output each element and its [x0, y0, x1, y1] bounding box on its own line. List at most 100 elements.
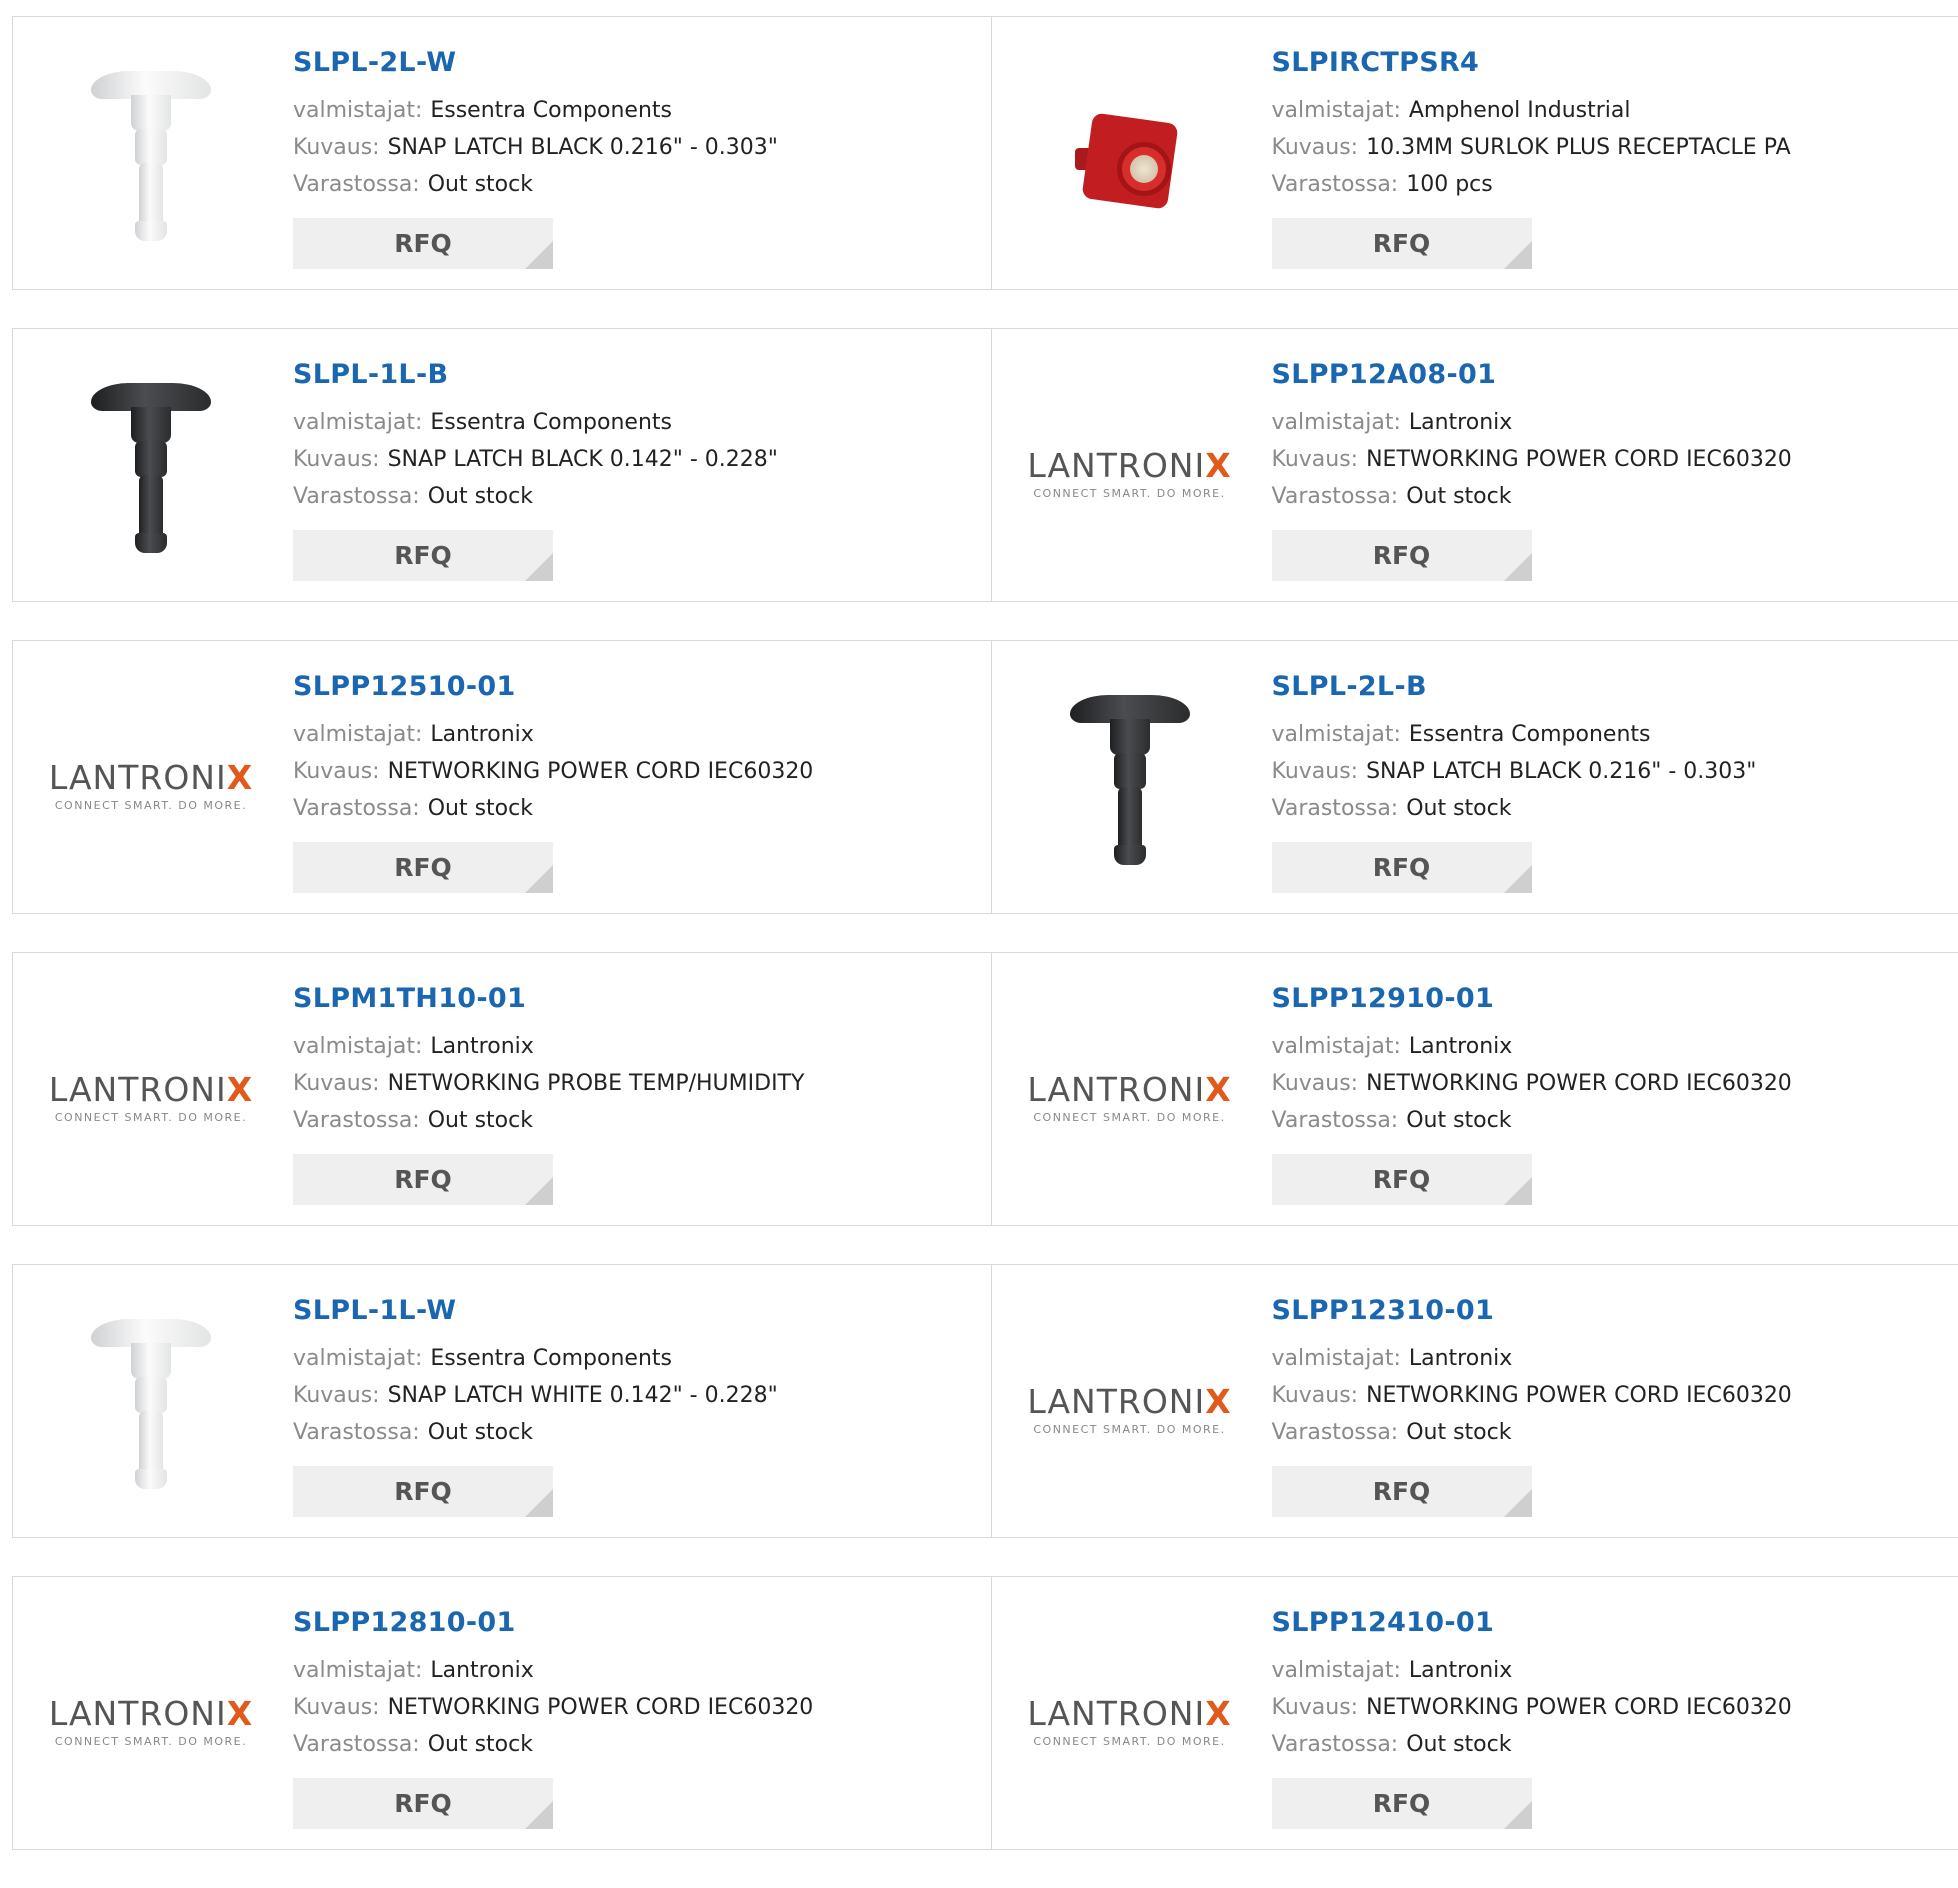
part-number-link[interactable]: SLPP12910-01 [1272, 983, 1792, 1014]
product-image[interactable]: LANTRONIXCONNECT SMART. DO MORE. [51, 999, 251, 1195]
product-image[interactable]: LANTRONIXCONNECT SMART. DO MORE. [51, 1623, 251, 1819]
part-number-link[interactable]: SLPL-2L-B [1272, 671, 1757, 702]
product-card: LANTRONIXCONNECT SMART. DO MORE. SLPP12A… [991, 329, 1958, 601]
manufacturer-value: Lantronix [1409, 1346, 1512, 1371]
manufacturer-label: valmistajat: [1272, 1346, 1401, 1371]
part-number-link[interactable]: SLPL-2L-W [293, 47, 778, 78]
description-label: Kuvaus: [293, 1383, 380, 1408]
description-line: Kuvaus:NETWORKING POWER CORD IEC60320 [1272, 1377, 1792, 1414]
rfq-button[interactable]: RFQ [293, 1778, 553, 1829]
manufacturer-line: valmistajat:Lantronix [293, 1028, 804, 1065]
description-label: Kuvaus: [293, 759, 380, 784]
corner-triangle-icon [525, 1801, 553, 1829]
rfq-button[interactable]: RFQ [1272, 1154, 1532, 1205]
part-number-link[interactable]: SLPP12310-01 [1272, 1295, 1792, 1326]
manufacturer-label: valmistajat: [293, 1034, 422, 1059]
rfq-label: RFQ [394, 1477, 452, 1506]
rfq-label: RFQ [1373, 229, 1431, 258]
rfq-button[interactable]: RFQ [293, 842, 553, 893]
manufacturer-value: Essentra Components [430, 410, 672, 435]
part-number-link[interactable]: SLPL-1L-W [293, 1295, 778, 1326]
description-value: SNAP LATCH BLACK 0.216" - 0.303" [1366, 759, 1756, 784]
corner-triangle-icon [525, 1177, 553, 1205]
stock-label: Varastossa: [1272, 172, 1399, 197]
manufacturer-label: valmistajat: [1272, 1658, 1401, 1683]
description-line: Kuvaus:NETWORKING POWER CORD IEC60320 [1272, 441, 1792, 478]
stock-value: Out stock [1406, 484, 1511, 509]
stock-value: Out stock [428, 1108, 533, 1133]
rfq-button[interactable]: RFQ [293, 1466, 553, 1517]
manufacturer-value: Lantronix [1409, 1034, 1512, 1059]
lantronix-tagline: CONNECT SMART. DO MORE. [49, 799, 253, 812]
part-number-link[interactable]: SLPIRCTPSR4 [1272, 47, 1791, 78]
product-image[interactable]: LANTRONIXCONNECT SMART. DO MORE. [1030, 999, 1230, 1195]
part-number-link[interactable]: SLPL-1L-B [293, 359, 778, 390]
description-label: Kuvaus: [1272, 1071, 1359, 1096]
description-line: Kuvaus: NETWORKING POWER CORD IEC60320 [293, 753, 813, 790]
rfq-button[interactable]: RFQ [1272, 530, 1532, 581]
description-label: Kuvaus: [1272, 135, 1359, 160]
rfq-label: RFQ [394, 853, 452, 882]
lantronix-tagline: CONNECT SMART. DO MORE. [49, 1111, 253, 1124]
manufacturer-line: valmistajat: Lantronix [1272, 1340, 1792, 1377]
corner-triangle-icon [525, 865, 553, 893]
snap-latch-image [1070, 695, 1190, 875]
description-value: NETWORKING POWER CORD IEC60320 [388, 1695, 814, 1720]
product-image[interactable] [51, 1311, 251, 1507]
rfq-button[interactable]: RFQ [293, 530, 553, 581]
product-row: LANTRONIXCONNECT SMART. DO MORE. SLPM1TH… [12, 952, 1958, 1226]
product-row: SLPL-1L-B valmistajat:Essentra Component… [12, 328, 1958, 602]
description-value: NETWORKING POWER CORD IEC60320 [1366, 1695, 1792, 1720]
description-value: SNAP LATCH WHITE 0.142" - 0.228" [388, 1383, 778, 1408]
product-image[interactable]: LANTRONIXCONNECT SMART. DO MORE. [1030, 1623, 1230, 1819]
part-number-link[interactable]: SLPM1TH10-01 [293, 983, 804, 1014]
rfq-button[interactable]: RFQ [1272, 1466, 1532, 1517]
description-label: Kuvaus: [293, 447, 380, 472]
part-number-link[interactable]: SLPP12A08-01 [1272, 359, 1792, 390]
rfq-label: RFQ [394, 541, 452, 570]
product-card: LANTRONIXCONNECT SMART. DO MORE. SLPP123… [991, 1265, 1958, 1537]
manufacturer-value: Lantronix [1409, 1658, 1512, 1683]
product-image[interactable] [1030, 63, 1230, 259]
stock-label: Varastossa: [293, 1732, 420, 1757]
manufacturer-value: Lantronix [430, 1658, 533, 1683]
product-image[interactable] [51, 375, 251, 571]
rfq-button[interactable]: RFQ [1272, 218, 1532, 269]
stock-label: Varastossa: [1272, 484, 1399, 509]
lantronix-logo: LANTRONIXCONNECT SMART. DO MORE. [49, 1070, 253, 1124]
stock-value: Out stock [1406, 796, 1511, 821]
rfq-button[interactable]: RFQ [293, 218, 553, 269]
product-card: SLPL-1L-W valmistajat:Essentra Component… [13, 1265, 991, 1537]
part-number-link[interactable]: SLPP12810-01 [293, 1607, 813, 1638]
product-image[interactable] [51, 63, 251, 259]
rfq-button[interactable]: RFQ [293, 1154, 553, 1205]
manufacturer-value: Amphenol Industrial [1409, 98, 1631, 123]
description-value: NETWORKING POWER CORD IEC60320 [388, 759, 814, 784]
description-line: Kuvaus:SNAP LATCH BLACK 0.216" - 0.303" [1272, 753, 1757, 790]
rfq-button[interactable]: RFQ [1272, 842, 1532, 893]
product-card: SLPL-2L-W valmistajat:Essentra Component… [13, 17, 991, 289]
manufacturer-line: valmistajat:Essentra Components [1272, 716, 1757, 753]
stock-value: Out stock [428, 1732, 533, 1757]
manufacturer-line: valmistajat: Amphenol Industrial [1272, 92, 1791, 129]
stock-label: Varastossa: [1272, 796, 1399, 821]
part-number-link[interactable]: SLPP12510-01 [293, 671, 813, 702]
manufacturer-label: valmistajat: [1272, 98, 1401, 123]
product-image[interactable]: LANTRONIXCONNECT SMART. DO MORE. [51, 687, 251, 883]
product-image[interactable]: LANTRONIXCONNECT SMART. DO MORE. [1030, 375, 1230, 571]
description-value: NETWORKING POWER CORD IEC60320 [1366, 447, 1792, 472]
part-number-link[interactable]: SLPP12410-01 [1272, 1607, 1792, 1638]
lantronix-tagline: CONNECT SMART. DO MORE. [1027, 487, 1231, 500]
corner-triangle-icon [1504, 1177, 1532, 1205]
manufacturer-line: valmistajat:Lantronix [293, 716, 813, 753]
rfq-label: RFQ [1373, 541, 1431, 570]
description-line: Kuvaus:NETWORKING PROBE TEMP/HUMIDITY [293, 1065, 804, 1102]
lantronix-logo: LANTRONIXCONNECT SMART. DO MORE. [1027, 446, 1231, 500]
rfq-button[interactable]: RFQ [1272, 1778, 1532, 1829]
snap-latch-image [91, 1319, 211, 1499]
stock-line: Varastossa:Out stock [293, 1102, 804, 1139]
product-image[interactable] [1030, 687, 1230, 883]
product-grid: SLPL-2L-W valmistajat:Essentra Component… [12, 16, 1958, 1888]
product-image[interactable]: LANTRONIXCONNECT SMART. DO MORE. [1030, 1311, 1230, 1507]
product-card: LANTRONIXCONNECT SMART. DO MORE. SLPP128… [13, 1577, 991, 1849]
